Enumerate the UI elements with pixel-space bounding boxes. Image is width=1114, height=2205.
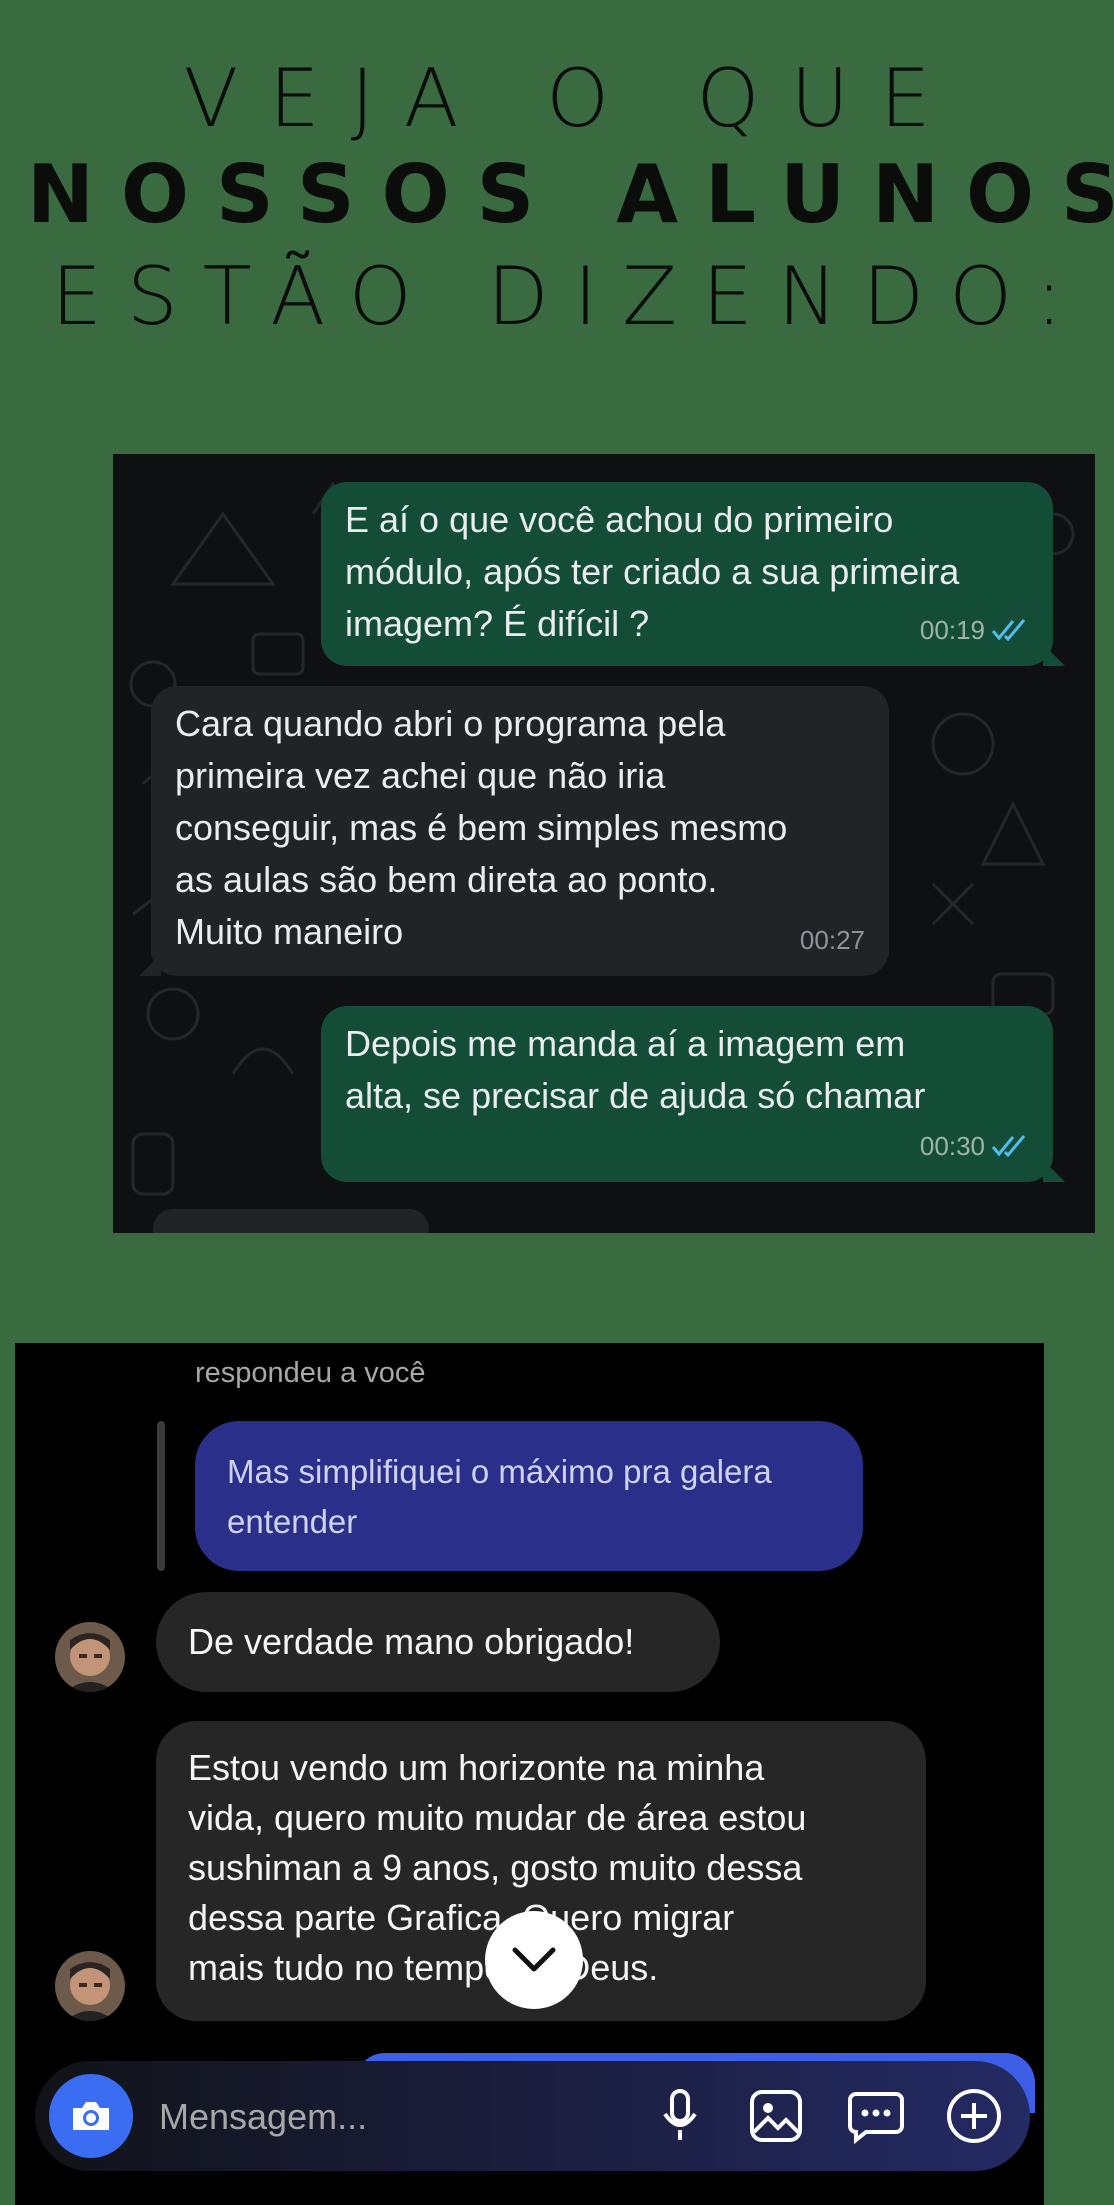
replied-message-bubble: Mas simplifiquei o máximo pra galera ent… xyxy=(195,1421,863,1571)
message-line: as aulas são bem direta ao ponto. xyxy=(175,859,718,900)
instagram-message-1: De verdade mano obrigado! xyxy=(156,1592,720,1692)
message-line: conseguir, mas é bem simples mesmo xyxy=(175,807,788,848)
headline-line-2: NOSSOS ALUNOS xyxy=(27,148,1114,241)
profile-photo xyxy=(55,1622,125,1692)
read-ticks-icon xyxy=(991,1135,1026,1157)
camera-button[interactable] xyxy=(49,2074,133,2158)
message-time: 00:30 xyxy=(919,1131,985,1161)
sticker-icon xyxy=(848,2092,904,2144)
chevron-down-icon xyxy=(512,1947,556,1972)
microphone-icon xyxy=(663,2089,697,2140)
message-meta: 00:27 xyxy=(800,914,865,966)
message-meta: 00:30 xyxy=(920,1120,1029,1172)
message-line: Estou vendo um horizonte na minha xyxy=(188,1747,765,1788)
message-line: Depois me manda aí a imagem em xyxy=(345,1023,906,1064)
bubble-tail xyxy=(139,954,161,976)
headline-line-1: VEJA O QUE xyxy=(183,52,962,145)
add-button[interactable] xyxy=(941,2083,1007,2149)
bubble-tail xyxy=(1043,644,1065,666)
read-ticks-icon xyxy=(991,619,1026,641)
plus-icon xyxy=(947,2089,1001,2143)
gallery-icon xyxy=(750,2090,802,2142)
reply-label: respondeu a você xyxy=(195,1357,426,1389)
message-line: De verdade mano obrigado! xyxy=(188,1621,635,1662)
message-line: E aí o que você achou do primeiro xyxy=(345,499,894,540)
message-line: primeira vez achei que não iria xyxy=(175,755,666,796)
message-composer xyxy=(35,2061,1030,2171)
whatsapp-message-outgoing-2: Depois me manda aí a imagem em alta, se … xyxy=(321,1006,1065,1182)
partially-hidden-message xyxy=(153,1209,429,1233)
message-line: alta, se precisar de ajuda só chamar xyxy=(345,1075,926,1116)
whatsapp-chat-screenshot: E aí o que você achou do primeiro módulo… xyxy=(113,454,1095,1233)
message-line: Cara quando abri o programa pela xyxy=(175,703,726,744)
profile-photo xyxy=(55,1951,125,2021)
gallery-button[interactable] xyxy=(743,2083,809,2149)
camera-icon xyxy=(73,2102,109,2130)
message-line: Mas simplifiquei o máximo pra galera xyxy=(227,1453,772,1490)
scroll-to-bottom-button[interactable] xyxy=(485,1911,583,2009)
message-line: módulo, após ter criado a sua primeira xyxy=(345,551,960,592)
message-meta: 00:19 xyxy=(920,604,1029,656)
message-line: Muito maneiro xyxy=(175,911,404,952)
message-time: 00:27 xyxy=(799,925,865,955)
message-input[interactable] xyxy=(157,2091,621,2143)
headline-line-3: ESTÃO DIZENDO: xyxy=(51,250,1088,343)
microphone-button[interactable] xyxy=(647,2083,713,2149)
message-line: sushiman a 9 anos, gosto muito dessa xyxy=(188,1847,803,1888)
message-line: vida, quero muito mudar de área estou xyxy=(188,1797,807,1838)
whatsapp-message-outgoing-1: E aí o que você achou do primeiro módulo… xyxy=(321,482,1065,666)
avatar[interactable] xyxy=(55,1622,125,1692)
bubble-tail xyxy=(1043,1160,1065,1182)
reply-indicator-bar xyxy=(157,1421,165,1571)
whatsapp-message-incoming-1: Cara quando abri o programa pela primeir… xyxy=(139,686,889,976)
instagram-dm-screenshot: respondeu a você Mas simplifiquei o máxi… xyxy=(15,1343,1044,2205)
sticker-button[interactable] xyxy=(843,2083,909,2149)
avatar[interactable] xyxy=(55,1951,125,2021)
message-time: 00:19 xyxy=(919,615,985,645)
message-line: entender xyxy=(227,1503,358,1540)
